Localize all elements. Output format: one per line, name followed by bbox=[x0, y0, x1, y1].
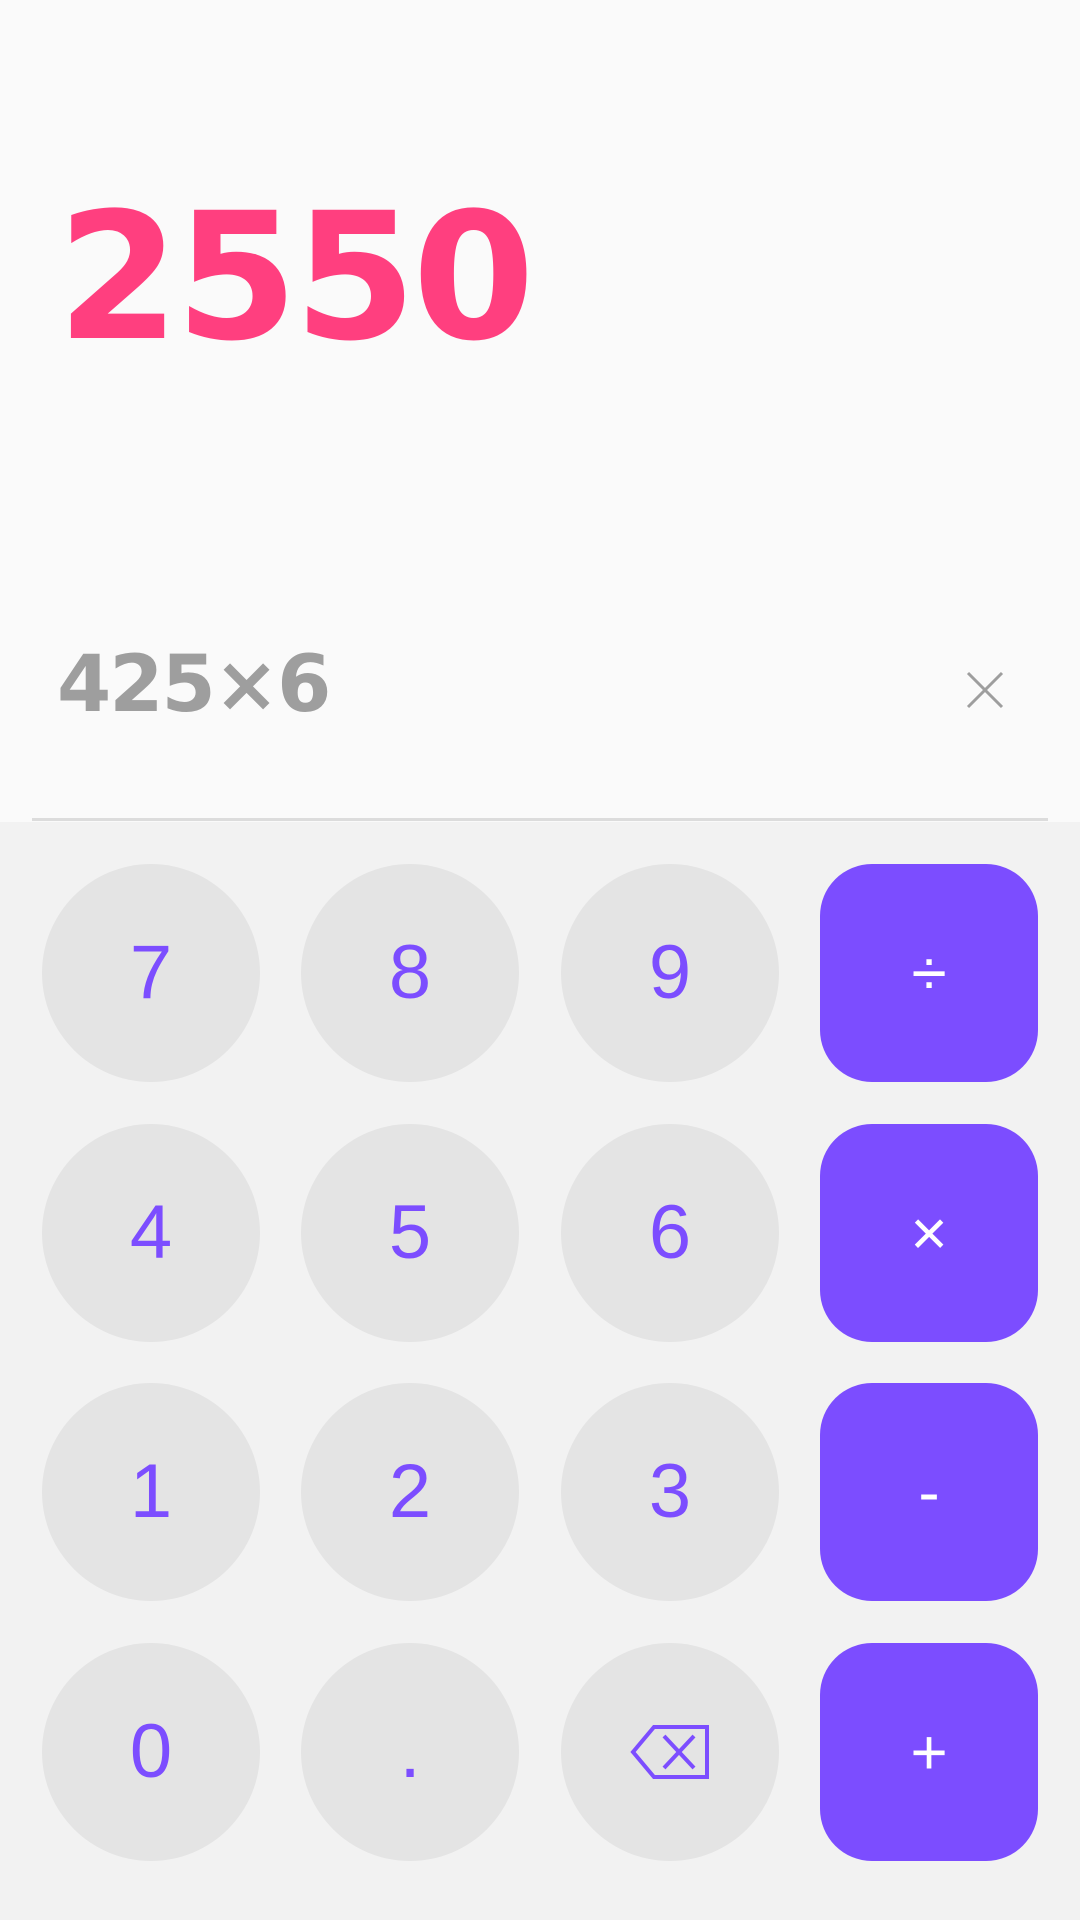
key-3[interactable]: 3 bbox=[561, 1383, 779, 1601]
expression-text: 425×6 bbox=[57, 640, 331, 730]
key-label: 7 bbox=[129, 930, 173, 1015]
key-label: 8 bbox=[388, 930, 432, 1015]
key-9[interactable]: 9 bbox=[561, 864, 779, 1082]
key-label: 5 bbox=[388, 1190, 432, 1275]
divide-button[interactable]: ÷ bbox=[820, 864, 1038, 1082]
backspace-button[interactable] bbox=[561, 1643, 779, 1861]
add-button[interactable]: + bbox=[820, 1643, 1038, 1861]
key-5[interactable]: 5 bbox=[301, 1124, 519, 1342]
key-2[interactable]: 2 bbox=[301, 1383, 519, 1601]
key-0[interactable]: 0 bbox=[42, 1643, 260, 1861]
divider bbox=[32, 818, 1048, 821]
subtract-button[interactable]: - bbox=[820, 1383, 1038, 1601]
key-label: 9 bbox=[648, 930, 692, 1015]
clear-button[interactable] bbox=[955, 660, 1015, 720]
key-label: 4 bbox=[129, 1190, 173, 1275]
key-label: ÷ bbox=[911, 937, 947, 1009]
key-label: + bbox=[910, 1716, 948, 1788]
key-label: × bbox=[910, 1197, 948, 1269]
key-label: 6 bbox=[648, 1190, 692, 1275]
key-label: - bbox=[918, 1456, 940, 1528]
backspace-icon bbox=[630, 1725, 709, 1779]
display-panel: 2550 425×6 bbox=[0, 0, 1080, 822]
result-value: 2550 bbox=[57, 175, 535, 380]
key-7[interactable]: 7 bbox=[42, 864, 260, 1082]
key-label: 1 bbox=[129, 1449, 173, 1534]
key-1[interactable]: 1 bbox=[42, 1383, 260, 1601]
close-icon bbox=[966, 671, 1004, 709]
key-8[interactable]: 8 bbox=[301, 864, 519, 1082]
key-label: 3 bbox=[648, 1449, 692, 1534]
key-6[interactable]: 6 bbox=[561, 1124, 779, 1342]
key-label: 2 bbox=[388, 1449, 432, 1534]
decimal-button[interactable]: . bbox=[301, 1643, 519, 1861]
multiply-button[interactable]: × bbox=[820, 1124, 1038, 1342]
key-4[interactable]: 4 bbox=[42, 1124, 260, 1342]
key-label: . bbox=[399, 1709, 421, 1794]
key-label: 0 bbox=[129, 1709, 173, 1794]
keypad: 7 8 9 ÷ 4 5 6 × 1 2 3 - 0 . + bbox=[0, 822, 1080, 1920]
